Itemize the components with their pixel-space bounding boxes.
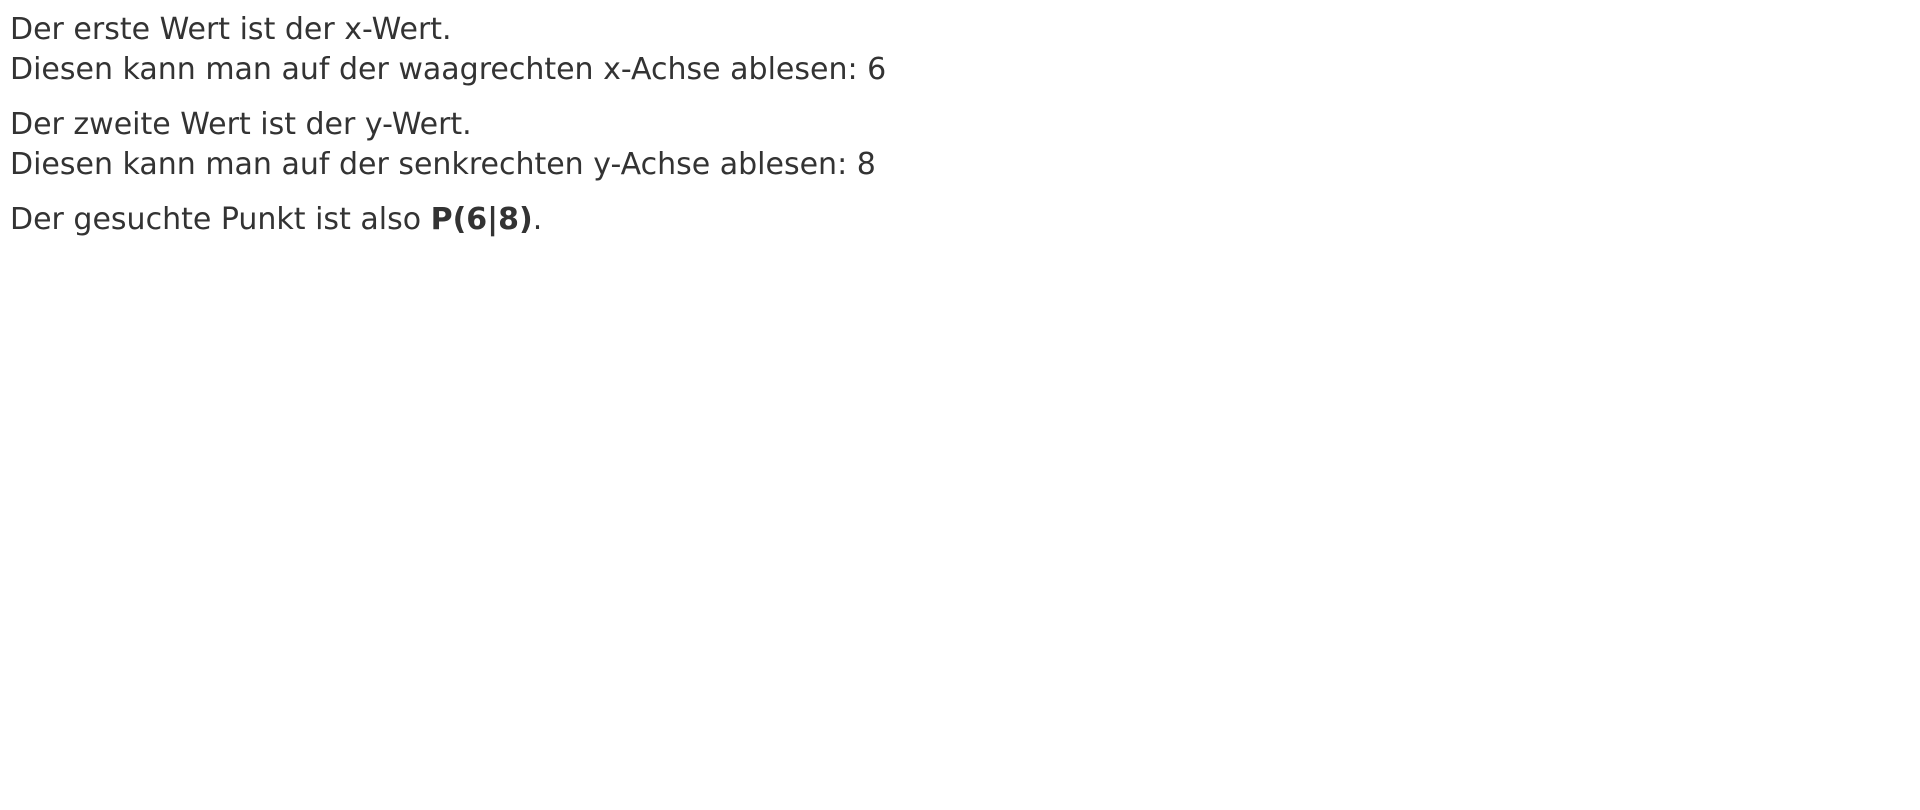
result-line: Der gesuchte Punkt ist also P(6|8). [10, 200, 886, 240]
x-value-intro: Der erste Wert ist der x-Wert. [10, 12, 452, 47]
result-paragraph: Der gesuchte Punkt ist also P(6|8). [10, 200, 886, 240]
result-suffix: . [532, 202, 543, 237]
page: { "paragraphs": { "x_value": { "line1": … [0, 0, 1920, 810]
result-point: P(6|8) [430, 202, 533, 237]
y-value-intro: Der zweite Wert ist der y-Wert. [10, 107, 472, 142]
result-prefix: Der gesuchte Punkt ist also [10, 202, 431, 237]
x-value-paragraph: Der erste Wert ist der x-Wert. Diesen ka… [10, 10, 886, 90]
y-value-paragraph: Der zweite Wert ist der y-Wert. Diesen k… [10, 105, 886, 185]
explanation-text: Der erste Wert ist der x-Wert. Diesen ka… [10, 10, 886, 255]
y-value-reading: Diesen kann man auf der senkrechten y-Ac… [10, 147, 876, 182]
x-value-reading: Diesen kann man auf der waagrechten x-Ac… [10, 52, 887, 87]
